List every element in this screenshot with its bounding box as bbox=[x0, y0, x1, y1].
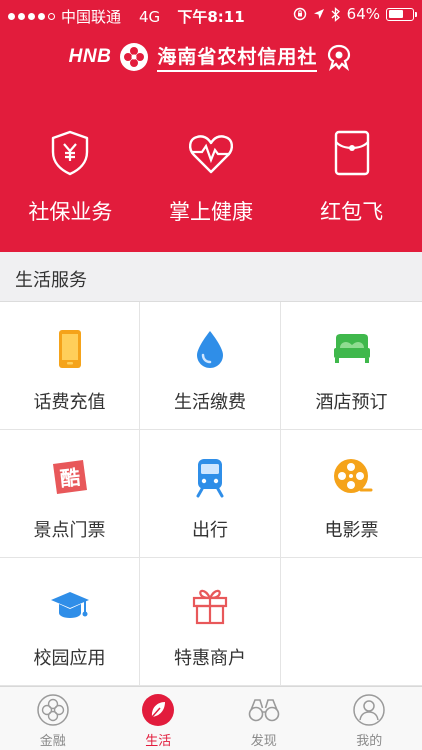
quick-social-security[interactable]: 社保业务 bbox=[0, 128, 141, 228]
tab-life[interactable]: 生活 bbox=[106, 687, 212, 750]
service-travel[interactable]: 出行 bbox=[140, 430, 281, 558]
service-utility-payment[interactable]: 生活缴费 bbox=[140, 302, 281, 430]
heart-pulse-icon bbox=[188, 135, 233, 174]
bed-icon bbox=[333, 334, 370, 363]
quick-actions: 社保业务 掌上健康 红包飞 bbox=[0, 128, 422, 228]
logo-text: HNB bbox=[68, 46, 112, 67]
leaf-icon bbox=[142, 694, 175, 726]
tab-label: 发现 bbox=[250, 734, 277, 749]
status-bar: 中国联通 4G 下午8:11 64% bbox=[0, 0, 422, 30]
tab-label: 金融 bbox=[39, 734, 66, 749]
profile-icon bbox=[353, 694, 385, 726]
quick-label: 社保业务 bbox=[28, 200, 113, 224]
quick-health[interactable]: 掌上健康 bbox=[141, 128, 282, 228]
train-icon bbox=[196, 459, 224, 498]
battery-fill bbox=[388, 10, 404, 18]
quick-label: 掌上健康 bbox=[168, 200, 253, 224]
battery-percent: 64% bbox=[346, 5, 380, 23]
quick-label: 红包飞 bbox=[320, 200, 384, 224]
svg-text:酷: 酷 bbox=[58, 465, 80, 491]
finance-icon bbox=[37, 694, 69, 726]
tab-finance[interactable]: 金融 bbox=[0, 687, 106, 750]
service-attraction-tickets[interactable]: 酷 景点门票 bbox=[0, 430, 140, 558]
gift-icon bbox=[192, 589, 228, 625]
service-hotel-booking[interactable]: 酒店预订 bbox=[281, 302, 422, 430]
service-label: 出行 bbox=[192, 520, 228, 541]
rotation-lock-icon bbox=[293, 7, 306, 21]
section-title: 生活服务 bbox=[15, 270, 87, 291]
binoculars-icon bbox=[248, 699, 280, 722]
tab-label: 生活 bbox=[145, 734, 172, 749]
service-label: 电影票 bbox=[324, 520, 379, 541]
tab-discover[interactable]: 发现 bbox=[211, 687, 317, 750]
service-label: 校园应用 bbox=[33, 648, 106, 669]
phone-icon bbox=[58, 330, 81, 368]
service-grid: 话费充值 生活缴费 酒店预订 酷 景点门票 出行 电影票 校园应用 特惠商户 bbox=[0, 302, 422, 686]
ticket-icon: 酷 bbox=[52, 460, 87, 494]
rural-credit-emblem-icon bbox=[328, 44, 351, 71]
service-discount-merchants[interactable]: 特惠商户 bbox=[140, 558, 281, 686]
shield-yen-icon bbox=[52, 130, 89, 176]
film-reel-icon bbox=[333, 459, 372, 493]
bank-logo: HNB 海南省农村信用社 bbox=[0, 38, 422, 76]
service-label: 酒店预订 bbox=[315, 392, 388, 413]
service-label: 景点门票 bbox=[33, 520, 106, 541]
service-label: 特惠商户 bbox=[174, 648, 246, 669]
bottom-tab-bar: 金融 生活 发现 我的 bbox=[0, 686, 422, 750]
graduation-cap-icon bbox=[50, 592, 89, 618]
location-arrow-icon bbox=[313, 9, 324, 19]
bluetooth-icon bbox=[331, 6, 340, 22]
flower-emblem-icon bbox=[120, 43, 149, 71]
service-label: 话费充值 bbox=[33, 392, 106, 413]
water-drop-icon bbox=[197, 331, 223, 368]
service-phone-recharge[interactable]: 话费充值 bbox=[0, 302, 140, 430]
red-envelope-icon bbox=[334, 130, 369, 176]
empty-grid-cell bbox=[281, 558, 422, 686]
quick-red-envelope[interactable]: 红包飞 bbox=[281, 128, 422, 228]
tab-profile[interactable]: 我的 bbox=[317, 687, 422, 750]
battery-icon bbox=[386, 7, 417, 21]
bank-name: 海南省农村信用社 bbox=[157, 42, 318, 72]
service-campus-apps[interactable]: 校园应用 bbox=[0, 558, 140, 686]
section-header: 生活服务 bbox=[0, 252, 422, 302]
header-banner: 中国联通 4G 下午8:11 64% HNB 海南省农村信用社 社保业务 掌上健… bbox=[0, 0, 422, 252]
tab-label: 我的 bbox=[356, 734, 383, 749]
service-movie-tickets[interactable]: 电影票 bbox=[281, 430, 422, 558]
service-label: 生活缴费 bbox=[174, 392, 246, 413]
